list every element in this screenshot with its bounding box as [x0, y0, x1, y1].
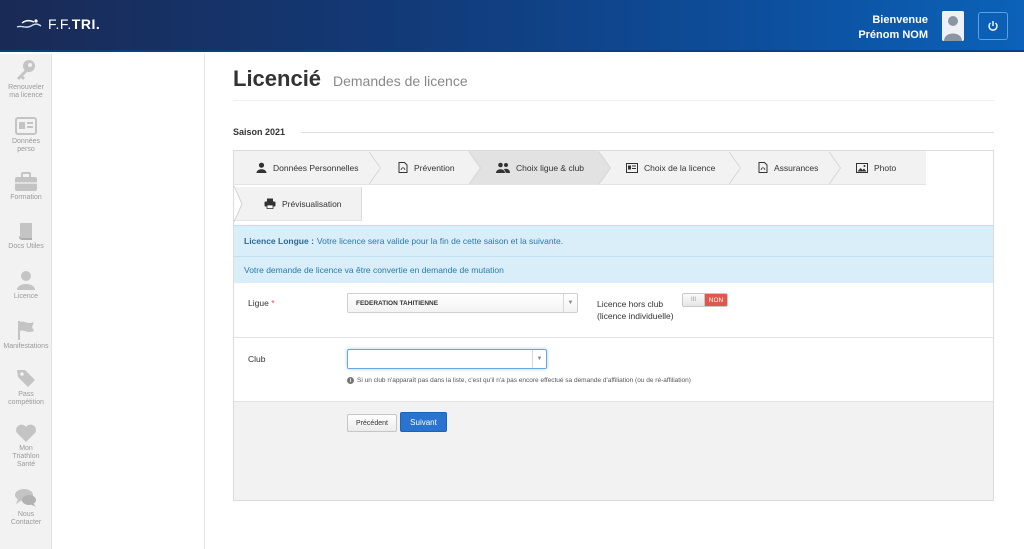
tab-label: Choix ligue & club	[516, 162, 585, 173]
alert-text: Votre licence sera valide pour la fin de…	[316, 236, 564, 246]
rail-item-donnees[interactable]: Données perso	[0, 116, 52, 154]
rail-label: Contacter	[10, 519, 42, 526]
ligue-select[interactable]: FEDERATION TAHITIENNE ▼	[347, 293, 578, 313]
chevron-down-icon: ▼	[563, 294, 577, 312]
tab-label: Prévisualisation	[282, 198, 342, 209]
season-divider	[301, 132, 994, 133]
rail-label: Manifestations	[3, 343, 49, 350]
fftri-logo[interactable]: F.F.TRI.	[16, 16, 100, 32]
rail-label: compétition	[8, 399, 44, 406]
rail-item-licence[interactable]: Licence	[0, 269, 52, 301]
tab-previsualisation[interactable]: Prévisualisation	[234, 187, 362, 221]
image-icon	[856, 162, 868, 173]
club-select[interactable]: ▼	[347, 349, 547, 369]
previous-button[interactable]: Précédent	[347, 414, 397, 432]
rail-label: ma licence	[9, 92, 43, 99]
wizard-steps: Données Personnelles Prévention Choix li…	[233, 151, 993, 226]
toggle-knob: III	[683, 294, 705, 306]
welcome-text: Bienvenue Prénom NOM	[858, 13, 928, 43]
welcome-line: Bienvenue	[872, 14, 928, 26]
rail-label: Formation	[10, 194, 42, 201]
secondary-column	[53, 54, 205, 549]
alert-licence-longue: Licence Longue : Votre licence sera vali…	[234, 225, 993, 256]
ligue-label: Ligue *	[248, 298, 275, 308]
rail-item-pass[interactable]: Pass compétition	[0, 367, 52, 407]
user-icon	[17, 271, 35, 290]
rail-label: Santé	[16, 461, 36, 468]
page-subtitle: Demandes de licence	[333, 73, 468, 89]
alert-text: Votre demande de licence va être convert…	[244, 265, 504, 275]
club-help-text: i Si un club n'apparaît pas dans la list…	[347, 377, 691, 384]
swimmer-logo-icon	[16, 19, 42, 28]
heart-icon	[16, 424, 36, 442]
rail-label: Docs Utiles	[8, 243, 44, 250]
tab-donnees-personnelles[interactable]: Données Personnelles	[234, 151, 381, 185]
season-label: Saison 2021	[233, 127, 286, 137]
club-label: Club	[248, 354, 266, 364]
tab-label: Données Personnelles	[273, 162, 359, 173]
hors-club-toggle[interactable]: III NON	[682, 293, 728, 307]
rail-label: perso	[17, 146, 35, 153]
tab-label: Photo	[874, 162, 897, 173]
rail-item-sante[interactable]: Mon Triathlon Santé	[0, 423, 52, 469]
tab-choix-ligue-club[interactable]: Choix ligue & club	[468, 151, 611, 185]
print-icon	[264, 198, 276, 209]
flag-icon	[18, 321, 34, 340]
page-title: Licencié	[233, 66, 322, 91]
chevron-down-icon: ▼	[532, 350, 546, 368]
tab-label: Assurances	[774, 162, 819, 173]
rail-label: Mon	[19, 445, 33, 452]
alert-title: Licence Longue :	[244, 236, 314, 246]
rail-label: Renouveler	[8, 84, 44, 91]
rail-label: Données	[11, 138, 41, 145]
id-card-icon	[15, 117, 37, 135]
rail-item-formation[interactable]: Formation	[0, 172, 52, 202]
rail-label: Pass	[18, 391, 34, 398]
tab-choix-licence[interactable]: Choix de la licence	[598, 151, 741, 185]
pdf-icon	[758, 162, 768, 173]
tab-row-spacer	[233, 185, 244, 223]
users-icon	[496, 162, 510, 173]
rail-item-manifestations[interactable]: Manifestations	[0, 319, 52, 351]
rail-item-renouveler[interactable]: Renouveler ma licence	[0, 58, 52, 100]
main-content: Licencié Demandes de licence Saison 2021…	[206, 54, 1024, 549]
book-icon	[19, 223, 32, 240]
power-icon	[988, 21, 998, 31]
ligue-select-value: FEDERATION TAHITIENNE	[356, 299, 439, 307]
logout-button[interactable]	[978, 12, 1008, 40]
rail-label: Triathlon	[12, 453, 40, 460]
title-divider	[233, 100, 994, 101]
tab-label: Choix de la licence	[644, 162, 716, 173]
toggle-state: NON	[705, 294, 727, 306]
left-rail: Renouveler ma licence Données perso Form…	[0, 54, 52, 549]
required-marker: *	[271, 298, 275, 308]
tab-photo[interactable]: Photo	[828, 151, 926, 185]
tag-icon	[17, 370, 35, 387]
chat-icon	[15, 489, 36, 507]
rail-item-docs[interactable]: Docs Utiles	[0, 221, 52, 251]
rail-label: Licence	[13, 293, 39, 300]
info-icon: i	[347, 377, 354, 384]
licence-wizard-panel: Données Personnelles Prévention Choix li…	[233, 150, 994, 501]
tab-assurances[interactable]: Assurances	[728, 151, 841, 185]
user-name: Prénom NOM	[858, 29, 928, 41]
user-icon	[256, 162, 267, 173]
key-icon	[17, 60, 35, 80]
rail-item-contact[interactable]: Nous Contacter	[0, 487, 52, 527]
alert-mutation: Votre demande de licence va être convert…	[234, 256, 993, 283]
help-text: Si un club n'apparaît pas dans la liste,…	[357, 377, 691, 384]
hors-club-label: Licence hors club (licence individuelle)	[597, 299, 674, 321]
rail-label: Nous	[17, 511, 35, 518]
avatar-icon	[942, 11, 964, 41]
tab-label: Prévention	[414, 162, 455, 173]
next-button[interactable]: Suivant	[400, 412, 447, 432]
card-icon	[626, 162, 638, 173]
avatar[interactable]	[942, 11, 964, 41]
logo-text: F.F.TRI.	[48, 16, 101, 32]
tab-prevention[interactable]: Prévention	[368, 151, 481, 185]
briefcase-icon	[15, 172, 37, 191]
pdf-icon	[398, 162, 408, 173]
top-header: F.F.TRI. Bienvenue Prénom NOM	[0, 0, 1024, 52]
form-divider	[234, 337, 993, 338]
